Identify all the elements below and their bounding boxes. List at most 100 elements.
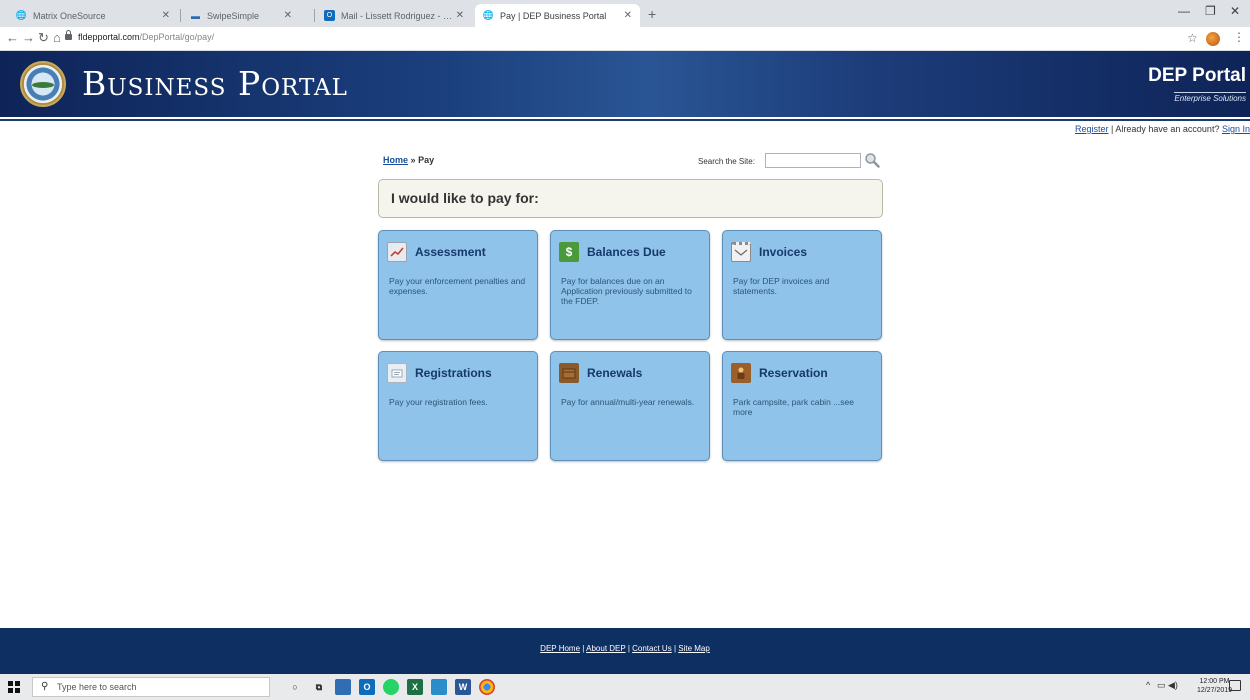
globe-icon: 🌐: [482, 10, 495, 20]
clock-date: 12/27/2019: [1197, 687, 1233, 694]
browser-tab-bar: 🌐 Matrix OneSource ✕ ▬ SwipeSimple ✕ O M…: [0, 0, 1250, 27]
card-assessment[interactable]: Assessment Pay your enforcement penaltie…: [378, 230, 538, 340]
card-description: Pay for annual/multi-year renewals.: [561, 397, 695, 407]
restore-icon[interactable]: ❐: [1205, 4, 1216, 18]
swipesimple-icon: ▬: [191, 10, 200, 21]
account-prompt: Already have an account?: [1115, 124, 1220, 134]
cortana-icon[interactable]: ○: [287, 679, 303, 695]
dep-portal-logo: DEP Portal: [1148, 65, 1246, 86]
outlook-icon: O: [324, 10, 335, 21]
card-balances-due[interactable]: $ Balances Due Pay for balances due on a…: [550, 230, 710, 340]
browser-tab[interactable]: 🌐 Matrix OneSource ✕: [8, 4, 178, 27]
footer-links: DEP Home | About DEP | Contact Us | Site…: [0, 644, 1250, 653]
word-icon[interactable]: W: [455, 679, 471, 695]
close-icon[interactable]: ✕: [162, 10, 170, 21]
card-reservation[interactable]: Reservation Park campsite, park cabin ..…: [722, 351, 882, 461]
url-field[interactable]: fldepportal.com/DepPortal/go/pay/: [78, 32, 214, 42]
tab-title: Mail - Lissett Rodriguez - Outlo: [341, 10, 459, 21]
tab-separator: [180, 9, 181, 22]
tab-title: SwipeSimple: [207, 10, 260, 21]
people-icon[interactable]: [335, 679, 351, 695]
card-title: Balances Due: [587, 245, 666, 259]
clock-time: 12:00 PM: [1199, 678, 1230, 685]
browser-tab[interactable]: ▬ SwipeSimple ✕: [182, 4, 300, 27]
card-invoices[interactable]: Invoices Pay for DEP invoices and statem…: [722, 230, 882, 340]
chrome-icon[interactable]: [479, 679, 495, 695]
store-icon[interactable]: [431, 679, 447, 695]
page-heading: I would like to pay for:: [378, 179, 883, 218]
search-input[interactable]: [765, 153, 861, 168]
tab-title: Pay | DEP Business Portal: [500, 10, 607, 21]
card-description: Pay your enforcement penalties and expen…: [389, 276, 526, 296]
url-path: /DepPortal/go/pay/: [139, 32, 215, 42]
close-icon[interactable]: ✕: [284, 10, 292, 21]
browser-menu-icon[interactable]: ⋮: [1233, 30, 1245, 44]
card-description: Park campsite, park cabin ...see more: [733, 397, 854, 417]
back-icon[interactable]: ←: [6, 30, 19, 45]
reservation-icon: [731, 363, 751, 383]
renewal-icon: [559, 363, 579, 383]
invoice-icon: [731, 242, 751, 262]
whatsapp-icon[interactable]: [383, 679, 399, 695]
registration-icon: [387, 363, 407, 383]
home-icon[interactable]: ⌂: [53, 30, 61, 45]
breadcrumb-current: Pay: [418, 155, 435, 165]
card-title: Renewals: [587, 366, 643, 380]
search-icon: ⚲: [41, 681, 49, 692]
system-clock[interactable]: 12:00 PM 12/27/2019: [1197, 677, 1232, 695]
globe-icon: 🌐: [15, 10, 28, 20]
tray-icons[interactable]: ▭ ◀): [1157, 680, 1178, 691]
breadcrumb-home-link[interactable]: Home: [383, 155, 408, 165]
card-title: Assessment: [415, 245, 486, 259]
new-tab-button[interactable]: +: [648, 6, 656, 22]
card-title: Reservation: [759, 366, 828, 380]
tab-title: Matrix OneSource: [33, 10, 106, 21]
state-seal-logo[interactable]: [20, 61, 66, 107]
close-icon[interactable]: ✕: [456, 10, 464, 21]
notification-icon[interactable]: [1229, 680, 1241, 691]
minimize-icon[interactable]: —: [1178, 4, 1190, 18]
card-description: Pay your registration fees.: [389, 397, 488, 407]
card-title: Invoices: [759, 245, 808, 259]
taskbar-search-box[interactable]: ⚲ Type here to search: [32, 677, 270, 697]
forward-icon[interactable]: →: [22, 30, 35, 45]
excel-icon[interactable]: X: [407, 679, 423, 695]
browser-tab-active[interactable]: 🌐 Pay | DEP Business Portal ✕: [475, 4, 640, 27]
search-icon[interactable]: [864, 152, 880, 168]
url-host: fldepportal.com: [78, 32, 140, 42]
site-footer: DEP Home | About DEP | Contact Us | Site…: [0, 628, 1250, 674]
windows-start-icon[interactable]: [8, 681, 20, 693]
bookmark-star-icon[interactable]: ☆: [1187, 31, 1198, 45]
windows-taskbar: ⚲ Type here to search ○ ⧉ O X W ^ ▭ ◀) 1…: [0, 674, 1250, 700]
footer-link-contact-us[interactable]: Contact Us: [632, 644, 672, 653]
site-header: Business Portal DEP Portal Enterprise So…: [0, 51, 1250, 117]
lock-icon[interactable]: [65, 30, 72, 40]
close-window-icon[interactable]: ✕: [1230, 4, 1240, 18]
task-view-icon[interactable]: ⧉: [311, 679, 327, 695]
footer-link-site-map[interactable]: Site Map: [678, 644, 710, 653]
outlook-icon[interactable]: O: [359, 679, 375, 695]
breadcrumb-separator: »: [410, 155, 416, 165]
assessment-icon: [387, 242, 407, 262]
card-description: Pay for balances due on an Application p…: [561, 276, 692, 306]
sign-in-link[interactable]: Sign In: [1222, 124, 1250, 134]
site-title: Business Portal: [82, 64, 348, 103]
card-renewals[interactable]: Renewals Pay for annual/multi-year renew…: [550, 351, 710, 461]
browser-tab[interactable]: O Mail - Lissett Rodriguez - Outlo ✕: [316, 4, 472, 27]
account-links: Register | Already have an account? Sign…: [1075, 124, 1250, 134]
address-bar: ← → ↻ ⌂ fldepportal.com/DepPortal/go/pay…: [0, 27, 1250, 51]
tray-chevron-icon[interactable]: ^: [1146, 680, 1150, 690]
reload-icon[interactable]: ↻: [38, 30, 49, 46]
footer-link-dep-home[interactable]: DEP Home: [540, 644, 580, 653]
register-link[interactable]: Register: [1075, 124, 1109, 134]
card-title: Registrations: [415, 366, 492, 380]
breadcrumb: Home » Pay: [383, 155, 434, 165]
brand-tagline: Enterprise Solutions: [1174, 92, 1246, 103]
close-icon[interactable]: ✕: [624, 10, 632, 21]
profile-avatar-icon[interactable]: [1206, 32, 1220, 46]
card-description: Pay for DEP invoices and statements.: [733, 276, 830, 296]
taskbar-search-placeholder: Type here to search: [57, 682, 137, 692]
footer-link-about-dep[interactable]: About DEP: [586, 644, 625, 653]
dollar-icon: $: [559, 242, 579, 262]
card-registrations[interactable]: Registrations Pay your registration fees…: [378, 351, 538, 461]
